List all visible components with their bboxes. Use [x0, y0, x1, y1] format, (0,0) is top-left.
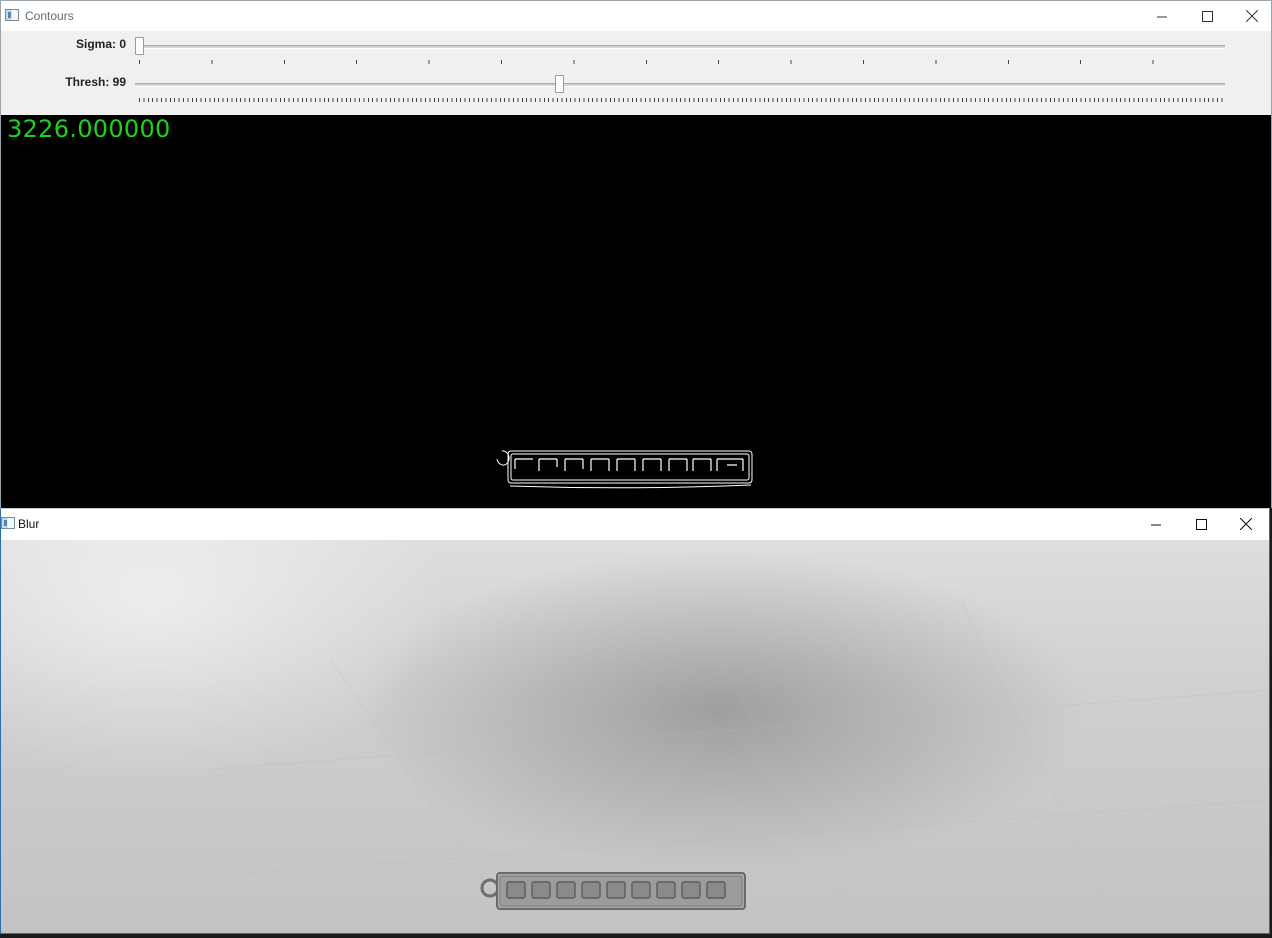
- sigma-label: Sigma: 0: [75, 37, 126, 51]
- maximize-icon: [1195, 518, 1207, 530]
- blur-window: Blur: [0, 508, 1270, 934]
- blur-titlebar[interactable]: Blur: [1, 509, 1269, 540]
- close-button[interactable]: [1223, 509, 1269, 539]
- sigma-trackbar[interactable]: [135, 45, 1225, 49]
- maximize-button[interactable]: [1178, 509, 1224, 539]
- thresh-slider-thumb[interactable]: [555, 75, 564, 93]
- keychain-object: [150, 599, 1269, 933]
- minimize-icon: [1150, 524, 1161, 525]
- sigma-tick-marks: [139, 60, 1225, 64]
- maximize-button[interactable]: [1184, 1, 1230, 31]
- close-icon: [1246, 10, 1258, 22]
- app-window-icon: [5, 9, 19, 21]
- window-title: Blur: [18, 517, 40, 531]
- sigma-slider-thumb[interactable]: [135, 37, 144, 55]
- minimize-button[interactable]: [1139, 1, 1185, 31]
- close-icon: [1240, 518, 1252, 530]
- contours-window: Contours Sigma: 0 Thresh: 99 3226.000000: [0, 0, 1272, 508]
- maximize-icon: [1201, 10, 1213, 22]
- scrollbar-edge[interactable]: [1269, 802, 1270, 822]
- minimize-button[interactable]: [1133, 509, 1179, 539]
- app-window-icon: [1, 517, 15, 529]
- close-button[interactable]: [1229, 1, 1271, 31]
- contour-drawing: [496, 450, 753, 489]
- minimize-icon: [1156, 16, 1167, 17]
- trackbar-panel: Sigma: 0 Thresh: 99: [1, 31, 1271, 115]
- thresh-label: Thresh: 99: [65, 75, 126, 89]
- contours-titlebar[interactable]: Contours: [1, 1, 1271, 31]
- thresh-tick-marks: [139, 98, 1225, 102]
- window-title: Contours: [25, 9, 74, 23]
- blurred-camera-image: [1, 540, 1270, 933]
- thresh-trackbar[interactable]: [135, 83, 1225, 87]
- contours-image: 3226.000000: [1, 115, 1271, 508]
